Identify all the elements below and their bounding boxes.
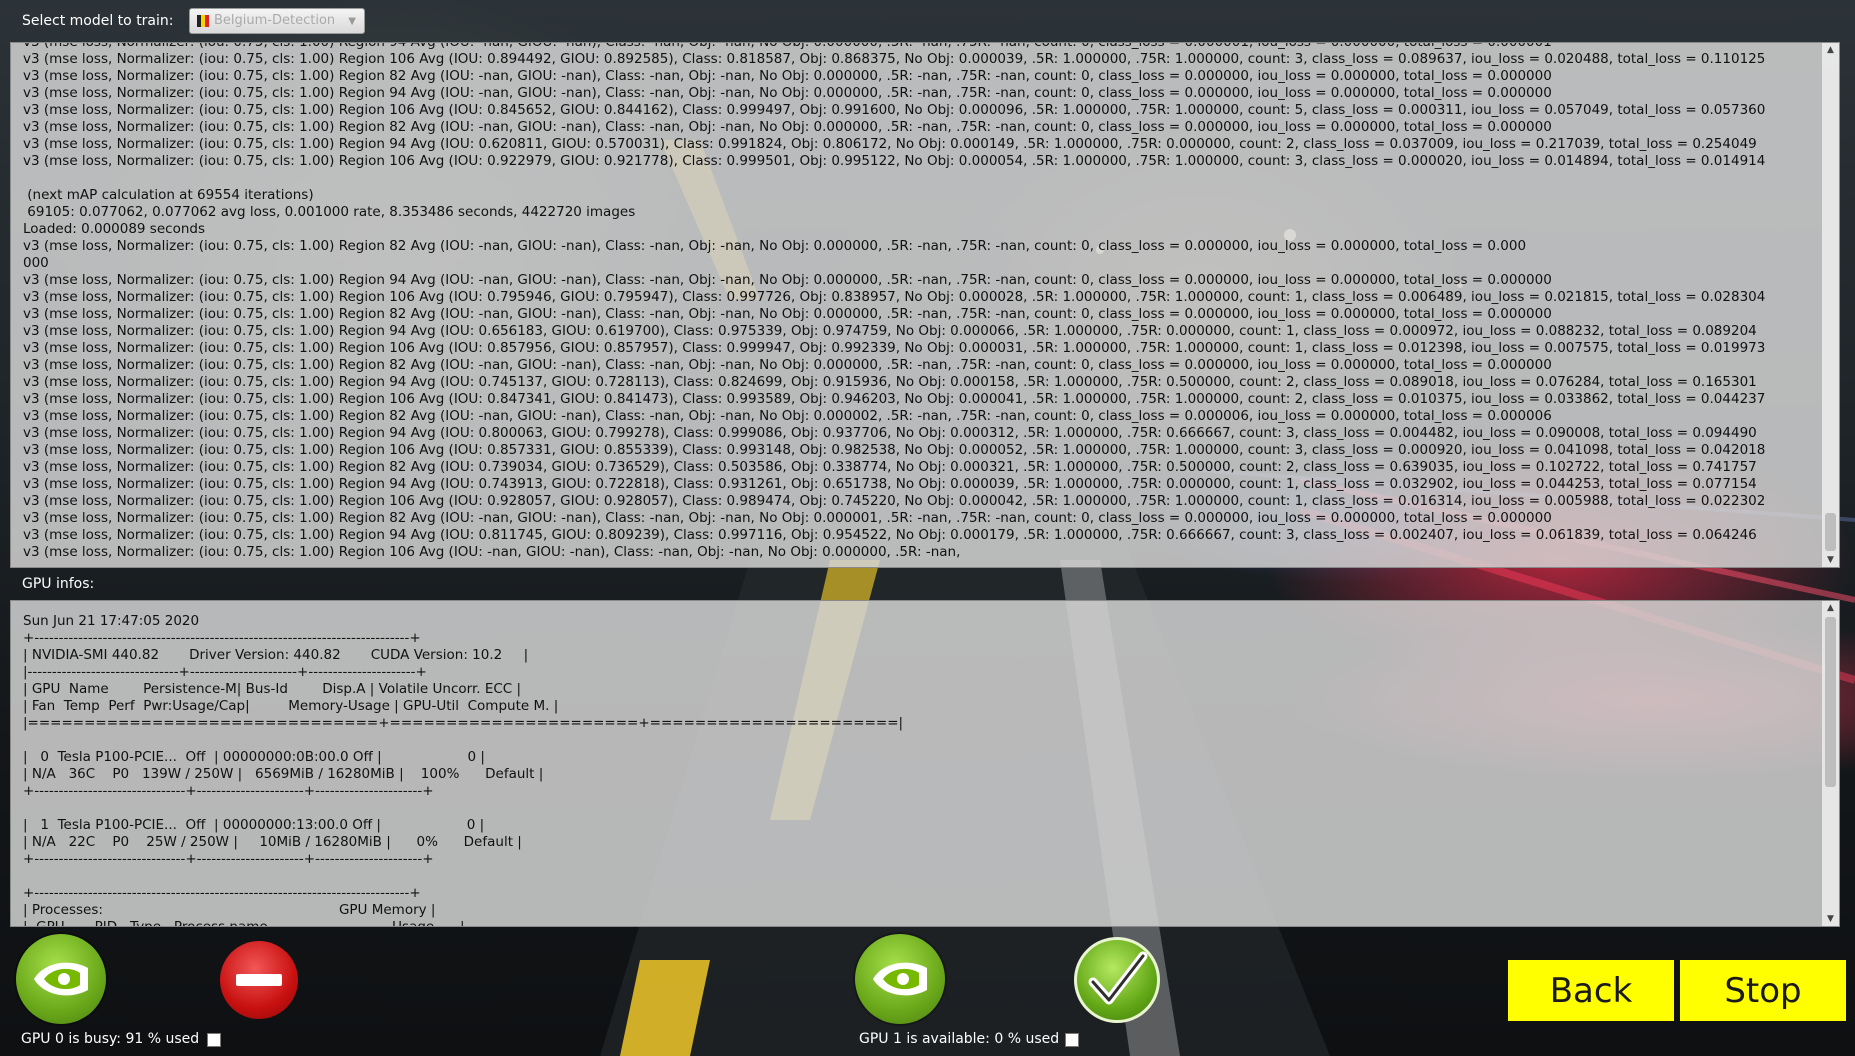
available-check-icon <box>1074 937 1160 1023</box>
log-line: |===============================+=======… <box>23 715 904 731</box>
log-line: (next mAP calculation at 69554 iteration… <box>23 187 314 203</box>
log-line: | N/A 36C P0 139W / 250W | 6569MiB / 162… <box>23 766 544 782</box>
belgium-flag-icon <box>197 15 209 27</box>
gpu0-checkbox[interactable] <box>207 1033 221 1047</box>
log-line: v3 (mse loss, Normalizer: (iou: 0.75, cl… <box>23 136 1757 152</box>
nvidia-logo-icon <box>855 934 945 1024</box>
log-line: v3 (mse loss, Normalizer: (iou: 0.75, cl… <box>23 544 961 560</box>
log-line: v3 (mse loss, Normalizer: (iou: 0.75, cl… <box>23 238 1527 254</box>
log-line: v3 (mse loss, Normalizer: (iou: 0.75, cl… <box>23 374 1757 390</box>
log-line: +---------------------------------------… <box>23 630 421 646</box>
back-button[interactable]: Back <box>1508 960 1674 1021</box>
log-line: | GPU Name Persistence-M| Bus-Id Disp.A … <box>23 681 522 697</box>
training-log-scrollbar[interactable]: ▲ ▼ <box>1822 43 1839 567</box>
log-line: Loaded: 0.000089 seconds <box>23 221 205 237</box>
scroll-up-icon[interactable]: ▲ <box>1822 43 1839 57</box>
log-line: v3 (mse loss, Normalizer: (iou: 0.75, cl… <box>23 391 1766 407</box>
log-line: v3 (mse loss, Normalizer: (iou: 0.75, cl… <box>23 68 1552 84</box>
model-select-value: Belgium-Detection <box>214 13 336 28</box>
gpu1-checkbox[interactable] <box>1065 1033 1079 1047</box>
gpu-info-scrollbar[interactable]: ▲ ▼ <box>1822 601 1839 926</box>
log-line: v3 (mse loss, Normalizer: (iou: 0.75, cl… <box>23 408 1552 424</box>
gpu0-status: GPU 0 is busy: 91 % used <box>21 1031 200 1047</box>
training-log-text: v3 (mse loss, Normalizer: (iou: 0.75, cl… <box>23 42 1817 561</box>
log-line: v3 (mse loss, Normalizer: (iou: 0.75, cl… <box>23 119 1552 135</box>
log-line: v3 (mse loss, Normalizer: (iou: 0.75, cl… <box>23 272 1552 288</box>
top-bar: Select model to train: Belgium-Detection… <box>0 0 1855 40</box>
log-line: v3 (mse loss, Normalizer: (iou: 0.75, cl… <box>23 442 1766 458</box>
log-line: +-------------------------------+-------… <box>23 851 434 867</box>
nvidia-logo-icon <box>16 934 106 1024</box>
log-line: v3 (mse loss, Normalizer: (iou: 0.75, cl… <box>23 289 1766 305</box>
training-log-panel[interactable]: v3 (mse loss, Normalizer: (iou: 0.75, cl… <box>10 42 1840 568</box>
log-line: v3 (mse loss, Normalizer: (iou: 0.75, cl… <box>23 527 1757 543</box>
model-select[interactable]: Belgium-Detection ▼ <box>189 8 365 34</box>
chevron-down-icon: ▼ <box>348 16 356 27</box>
log-line: 69105: 0.077062, 0.077062 avg loss, 0.00… <box>23 204 636 220</box>
gpu-info-text: Sun Jun 21 17:47:05 2020 +---------------… <box>23 613 1817 927</box>
scroll-down-icon[interactable]: ▼ <box>1822 553 1839 567</box>
scroll-down-icon[interactable]: ▼ <box>1822 912 1839 926</box>
log-line: | 1 Tesla P100-PCIE... Off | 00000000:13… <box>23 817 485 833</box>
log-line: 000 <box>23 255 49 271</box>
gpu1-status: GPU 1 is available: 0 % used <box>859 1031 1060 1047</box>
log-line: | N/A 22C P0 25W / 250W | 10MiB / 16280M… <box>23 834 522 850</box>
log-line: +---------------------------------------… <box>23 885 421 901</box>
log-line: v3 (mse loss, Normalizer: (iou: 0.75, cl… <box>23 153 1766 169</box>
log-line: v3 (mse loss, Normalizer: (iou: 0.75, cl… <box>23 340 1766 356</box>
log-line: | GPU PID Type Process name Usage | <box>23 919 465 927</box>
log-line: v3 (mse loss, Normalizer: (iou: 0.75, cl… <box>23 102 1766 118</box>
log-line: +-------------------------------+-------… <box>23 783 434 799</box>
log-line: | Processes: GPU Memory | <box>23 902 436 918</box>
log-line: v3 (mse loss, Normalizer: (iou: 0.75, cl… <box>23 42 1552 50</box>
log-line: v3 (mse loss, Normalizer: (iou: 0.75, cl… <box>23 306 1552 322</box>
log-line: v3 (mse loss, Normalizer: (iou: 0.75, cl… <box>23 51 1766 67</box>
gpu-info-panel[interactable]: Sun Jun 21 17:47:05 2020 +---------------… <box>10 600 1840 927</box>
log-line: | 0 Tesla P100-PCIE... Off | 00000000:0B… <box>23 749 485 765</box>
log-line: v3 (mse loss, Normalizer: (iou: 0.75, cl… <box>23 85 1552 101</box>
gpu-infos-label: GPU infos: <box>22 576 95 592</box>
log-line: v3 (mse loss, Normalizer: (iou: 0.75, cl… <box>23 476 1757 492</box>
log-line: Sun Jun 21 17:47:05 2020 <box>23 613 200 629</box>
log-line: | Fan Temp Perf Pwr:Usage/Cap| Memory-Us… <box>23 698 559 714</box>
scroll-thumb[interactable] <box>1825 617 1836 787</box>
log-line: v3 (mse loss, Normalizer: (iou: 0.75, cl… <box>23 357 1552 373</box>
log-line: v3 (mse loss, Normalizer: (iou: 0.75, cl… <box>23 459 1757 475</box>
log-line: v3 (mse loss, Normalizer: (iou: 0.75, cl… <box>23 323 1757 339</box>
scroll-up-icon[interactable]: ▲ <box>1822 601 1839 615</box>
log-line: v3 (mse loss, Normalizer: (iou: 0.75, cl… <box>23 493 1766 509</box>
log-line: | NVIDIA-SMI 440.82 Driver Version: 440.… <box>23 647 529 663</box>
busy-stop-icon <box>220 941 298 1019</box>
log-line: |-------------------------------+-------… <box>23 664 427 680</box>
stop-button[interactable]: Stop <box>1680 960 1846 1021</box>
select-model-label: Select model to train: <box>22 13 174 29</box>
log-line: v3 (mse loss, Normalizer: (iou: 0.75, cl… <box>23 510 1552 526</box>
scroll-thumb[interactable] <box>1825 513 1836 551</box>
log-line: v3 (mse loss, Normalizer: (iou: 0.75, cl… <box>23 425 1757 441</box>
